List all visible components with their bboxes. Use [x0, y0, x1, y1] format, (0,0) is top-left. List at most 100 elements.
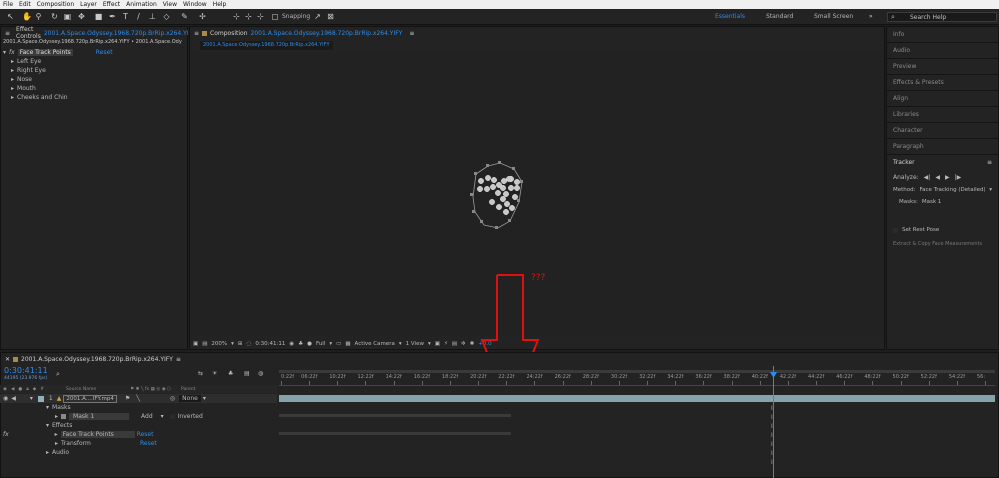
clone-stamp-tool-icon[interactable]: ⊥ [148, 12, 157, 21]
transform-reset-link[interactable]: Reset [140, 440, 157, 447]
menu-layer[interactable]: Layer [77, 1, 100, 8]
menu-edit[interactable]: Edit [16, 1, 34, 8]
motion-blur-icon[interactable]: ◍ [258, 370, 263, 377]
dropdown-arrow-icon[interactable]: ▾ [231, 341, 234, 347]
transform-expand-icon[interactable]: ▸ [55, 440, 58, 447]
timeline-graph-area[interactable]: 0:22f 06:22f 10:22f 12:22f 14:22f 16:22f 18:22… [279, 366, 995, 478]
magnification-icon[interactable]: ▤ [202, 341, 207, 347]
fast-previews-icon[interactable]: ⚡ [444, 341, 448, 347]
shy-switch-icon[interactable]: ⚑ [125, 395, 130, 402]
panel-menu-icon[interactable]: ≡ [194, 30, 199, 37]
extract-face-measurements-button[interactable]: Extract & Copy Face Measurements [893, 241, 992, 247]
face-track-points-name[interactable]: Face Track Points [60, 431, 135, 438]
set-rest-pose-checkbox[interactable] [893, 227, 898, 233]
axis-icon[interactable]: ⊹ [232, 12, 241, 21]
set-rest-pose-button[interactable]: Set Rest Pose [902, 227, 939, 233]
fx-icon[interactable]: fx [9, 49, 15, 56]
effects-group[interactable]: ▾ Effects [0, 421, 277, 430]
effect-controls-tab[interactable]: ≡ Effect Controls 2001.A.Space.Odyssey.1… [1, 26, 202, 40]
effect-row-face-track-points[interactable]: ▾ fx Face Track Points Reset [1, 48, 187, 57]
layer-label-color[interactable] [37, 395, 44, 402]
panel-tab-character[interactable]: Character [887, 123, 998, 139]
menu-effect[interactable]: Effect [100, 1, 123, 8]
panel-menu-icon[interactable]: ≡ [5, 30, 10, 37]
frame-blending-icon[interactable]: ▤ [244, 370, 250, 377]
hand-tool-icon[interactable]: ✋ [22, 12, 32, 21]
draft-3d-icon[interactable]: ☀ [212, 370, 217, 377]
snapping-checkbox[interactable] [272, 14, 278, 20]
dropdown-arrow-icon[interactable]: ▾ [989, 187, 992, 193]
type-tool-icon[interactable]: T [121, 12, 130, 21]
audio-row[interactable]: ▸ Audio [0, 448, 277, 457]
mask1-row[interactable]: ▸ Mask 1 Add ▾ Inverted [0, 412, 277, 421]
effects-expand-icon[interactable]: ▾ [46, 422, 49, 429]
comp-mini-flowchart-icon[interactable]: ⇆ [198, 370, 203, 377]
fx-toggle-icon[interactable]: fx [3, 431, 9, 438]
time-ruler[interactable]: 0:22f 06:22f 10:22f 12:22f 14:22f 16:22f 18:22… [279, 374, 995, 386]
inverted-checkbox[interactable] [169, 414, 175, 419]
color-channel-icon[interactable]: ● [307, 341, 312, 347]
rectangle-tool-icon[interactable]: ■ [94, 12, 103, 21]
face-track-group-right-eye[interactable]: ▸ Right Eye [1, 66, 187, 75]
hide-shy-layers-icon[interactable]: ♣ [228, 370, 233, 377]
source-name-header[interactable]: Source Name [66, 387, 96, 392]
tab-menu-icon[interactable]: ≡ [409, 30, 414, 37]
expand-triangle-icon[interactable]: ▸ [11, 94, 14, 101]
selection-tool-icon[interactable]: ↖ [6, 12, 15, 21]
flowchart-icon[interactable]: ✲ [461, 341, 466, 347]
mask-color-swatch[interactable] [61, 414, 67, 419]
face-track-group-left-eye[interactable]: ▸ Left Eye [1, 57, 187, 66]
menu-file[interactable]: File [0, 1, 16, 8]
panel-tab-info[interactable]: Info [887, 27, 998, 43]
dropdown-arrow-icon[interactable]: ▾ [161, 413, 164, 420]
close-tab-icon[interactable]: ✕ [5, 356, 10, 363]
show-snapshot-icon[interactable]: ♣ [298, 341, 303, 347]
panel-tab-audio[interactable]: Audio [887, 43, 998, 59]
comp-timecode[interactable]: 0:30:41:11 [255, 341, 285, 347]
workspace-standard[interactable]: Standard [766, 13, 793, 20]
rotate-tool-icon[interactable]: ↻ [50, 12, 59, 21]
mask1-name[interactable]: Mask 1 [69, 413, 130, 420]
face-track-group-mouth[interactable]: ▸ Mouth [1, 84, 187, 93]
camera-dropdown[interactable]: Active Camera [355, 341, 395, 347]
expand-triangle-icon[interactable]: ▾ [3, 49, 6, 56]
layer-expand-icon[interactable]: ▾ [30, 395, 33, 402]
zoom-dropdown[interactable]: 200% [211, 341, 227, 347]
layer-row[interactable]: ◉ ◀ ▾ 1 ▲ 2001.A....IFY.mp4 ⚑ ╲ ◎ None ▾ [0, 394, 277, 403]
face-track-group-cheeks-and-chin[interactable]: ▸ Cheeks and Chin [1, 93, 187, 102]
snap-icon[interactable]: ↗ [313, 12, 322, 21]
transform-row[interactable]: ▸ Transform Reset [0, 439, 277, 448]
masks-expand-icon[interactable]: ▾ [46, 404, 49, 411]
expand-triangle-icon[interactable]: ▸ [11, 67, 14, 74]
mask-mode-dropdown[interactable]: Add [141, 413, 153, 420]
roto-brush-tool-icon[interactable]: ✎ [180, 12, 189, 21]
panel-tab-effects-presets[interactable]: Effects & Presets [887, 75, 998, 91]
axis-icon[interactable]: ⊹ [244, 12, 253, 21]
dropdown-arrow-icon[interactable]: ▾ [428, 341, 431, 347]
effect-expand-icon[interactable]: ▸ [55, 431, 58, 438]
dropdown-arrow-icon[interactable]: ▾ [329, 341, 332, 347]
panel-menu-icon[interactable]: ≡ [987, 159, 992, 166]
workspace-essentials[interactable]: Essentials [715, 13, 745, 20]
dropdown-arrow-icon[interactable]: ▾ [399, 341, 402, 347]
resolution-dropdown[interactable]: Full [316, 341, 325, 347]
layer-name[interactable]: 2001.A....IFY.mp4 [63, 394, 117, 403]
reset-exposure-icon[interactable]: ✺ [470, 341, 475, 347]
menu-composition[interactable]: Composition [34, 1, 77, 8]
dropdown-arrow-icon[interactable]: ▾ [203, 395, 206, 402]
region-of-interest-icon[interactable]: ▭ [336, 341, 341, 347]
tab-menu-icon[interactable]: ≡ [176, 356, 181, 363]
panel-tab-preview[interactable]: Preview [887, 59, 998, 75]
method-dropdown[interactable]: Face Tracking (Detailed) [919, 187, 985, 193]
eraser-tool-icon[interactable]: ◇ [162, 12, 171, 21]
masks-group[interactable]: ▾ Masks [0, 403, 277, 412]
parent-dropdown[interactable]: None [179, 395, 201, 402]
analyze-forward-all-icon[interactable]: |▶ [955, 174, 962, 181]
search-help-field[interactable]: ⌕ Search Help [887, 12, 997, 22]
menu-animation[interactable]: Animation [123, 1, 160, 8]
expand-triangle-icon[interactable]: ▸ [11, 85, 14, 92]
menu-help[interactable]: Help [210, 1, 230, 8]
expand-triangle-icon[interactable]: ▸ [11, 76, 14, 83]
snapshot-camera-icon[interactable]: ◉ [289, 341, 294, 347]
panel-tab-paragraph[interactable]: Paragraph [887, 139, 998, 155]
